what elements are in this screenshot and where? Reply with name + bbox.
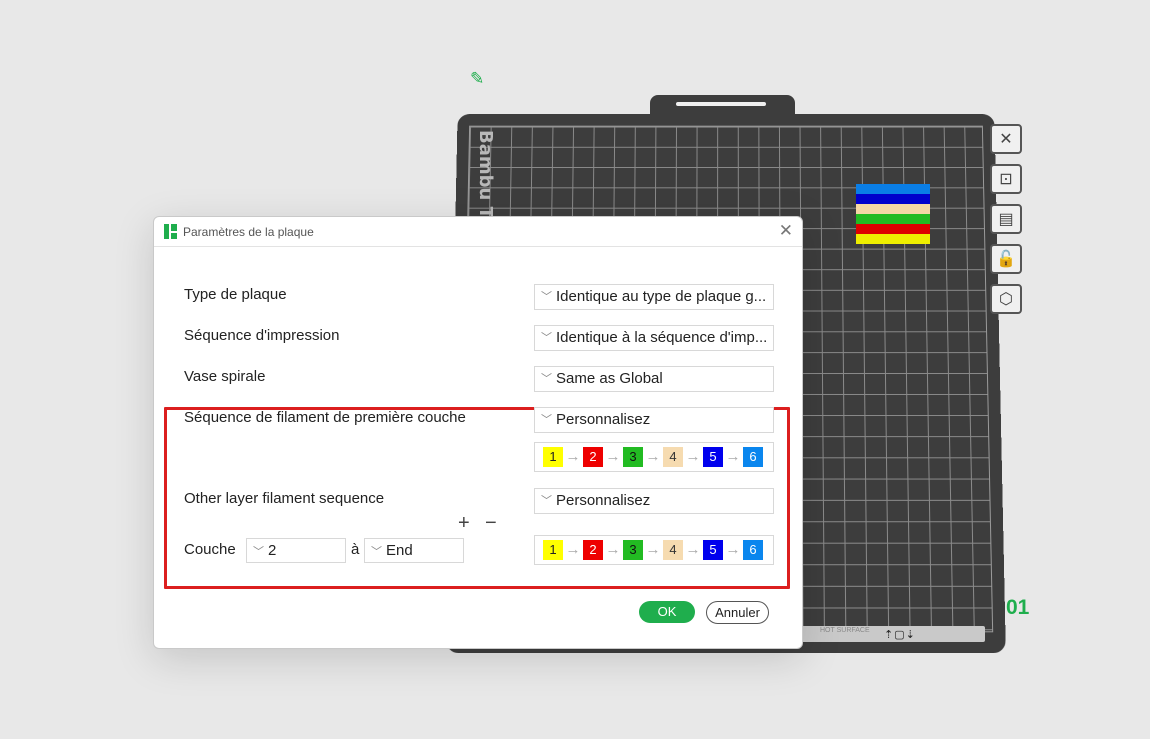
arrow-right-icon: → <box>643 447 663 467</box>
object-stripe <box>856 234 930 244</box>
layer-label: Couche <box>184 541 236 558</box>
dialog-title: Paramètres de la plaque <box>183 225 314 239</box>
close-icon[interactable]: ✕ <box>779 221 793 241</box>
edit-pencil-icon[interactable]: ✎ <box>470 70 490 88</box>
chevron-down-icon: ﹀ <box>541 285 552 309</box>
print-sequence-select[interactable]: ﹀ Identique à la séquence d'imp... <box>534 325 774 351</box>
layer-to-select[interactable]: ﹀ End <box>364 538 464 563</box>
arrow-right-icon: → <box>723 540 743 560</box>
plate-type-select[interactable]: ﹀ Identique au type de plaque g... <box>534 284 774 310</box>
arrow-right-icon: → <box>603 540 623 560</box>
close-icon[interactable]: ✕ <box>990 124 1022 154</box>
chevron-down-icon: ﹀ <box>541 326 552 350</box>
object-stripe <box>856 204 930 214</box>
other-layer-sequence-label: Other layer filament sequence <box>184 490 384 507</box>
spiral-vase-label: Vase spirale <box>184 368 265 385</box>
arrow-right-icon: → <box>683 447 703 467</box>
filament-chip-5[interactable]: 5 <box>703 540 723 560</box>
filament-chip-6[interactable]: 6 <box>743 540 763 560</box>
arrow-right-icon: → <box>643 540 663 560</box>
first-layer-sequence-label: Séquence de filament de première couche <box>184 409 466 426</box>
chevron-down-icon: ﹀ <box>253 546 264 558</box>
dialog-titlebar: Paramètres de la plaque ✕ <box>154 217 802 247</box>
filament-chip-4[interactable]: 4 <box>663 447 683 467</box>
plate-settings-icon[interactable]: ⬡ <box>990 284 1022 314</box>
filament-chip-1[interactable]: 1 <box>543 447 563 467</box>
chevron-down-icon: ﹀ <box>371 546 382 558</box>
plate-toolbar: ✕ ⊡ ▤ 🔓 ⬡ <box>990 124 1026 324</box>
arrange-icon[interactable]: ▤ <box>990 204 1022 234</box>
filament-chip-3[interactable]: 3 <box>623 447 643 467</box>
plate-bottom-icons: ⇡▢⇣ <box>884 628 916 641</box>
plate-bottom-text: HOT SURFACE <box>820 628 870 634</box>
arrow-right-icon: → <box>563 447 583 467</box>
first-layer-sequence-select[interactable]: ﹀ Personnalisez <box>534 407 774 433</box>
plate-type-label: Type de plaque <box>184 286 287 303</box>
remove-layer-range-button[interactable]: − <box>485 513 497 533</box>
chevron-down-icon: ﹀ <box>541 367 552 391</box>
arrow-right-icon: → <box>563 540 583 560</box>
bambu-logo-icon <box>164 224 178 239</box>
cancel-button[interactable]: Annuler <box>706 601 769 624</box>
print-sequence-label: Séquence d'impression <box>184 327 339 344</box>
other-layer-filament-sequence[interactable]: 1 → 2 → 3 → 4 → 5 → 6 <box>534 535 774 565</box>
object-stripe <box>856 184 930 194</box>
plate-handle <box>650 95 795 115</box>
spiral-vase-select[interactable]: ﹀ Same as Global <box>534 366 774 392</box>
arrow-right-icon: → <box>683 540 703 560</box>
filament-chip-3[interactable]: 3 <box>623 540 643 560</box>
first-layer-filament-sequence[interactable]: 1 → 2 → 3 → 4 → 5 → 6 <box>534 442 774 472</box>
ok-button[interactable]: OK <box>639 601 695 623</box>
auto-orient-icon[interactable]: ⊡ <box>990 164 1022 194</box>
printed-object[interactable] <box>856 184 930 244</box>
layer-to-label: à <box>351 541 359 558</box>
plate-settings-dialog: Paramètres de la plaque ✕ Type de plaque… <box>153 216 803 649</box>
filament-chip-6[interactable]: 6 <box>743 447 763 467</box>
plate-number: 01 <box>1006 596 1029 620</box>
filament-chip-2[interactable]: 2 <box>583 447 603 467</box>
plate-brand: Bambu Te <box>475 130 496 229</box>
filament-chip-4[interactable]: 4 <box>663 540 683 560</box>
add-layer-range-button[interactable]: + <box>458 513 470 533</box>
arrow-right-icon: → <box>723 447 743 467</box>
filament-chip-5[interactable]: 5 <box>703 447 723 467</box>
arrow-right-icon: → <box>603 447 623 467</box>
layer-from-select[interactable]: ﹀ 2 <box>246 538 346 563</box>
other-layer-sequence-select[interactable]: ﹀ Personnalisez <box>534 488 774 514</box>
filament-chip-2[interactable]: 2 <box>583 540 603 560</box>
chevron-down-icon: ﹀ <box>541 408 552 432</box>
object-stripe <box>856 214 930 224</box>
chevron-down-icon: ﹀ <box>541 489 552 513</box>
filament-chip-1[interactable]: 1 <box>543 540 563 560</box>
object-stripe <box>856 224 930 234</box>
object-stripe <box>856 194 930 204</box>
lock-icon[interactable]: 🔓 <box>990 244 1022 274</box>
